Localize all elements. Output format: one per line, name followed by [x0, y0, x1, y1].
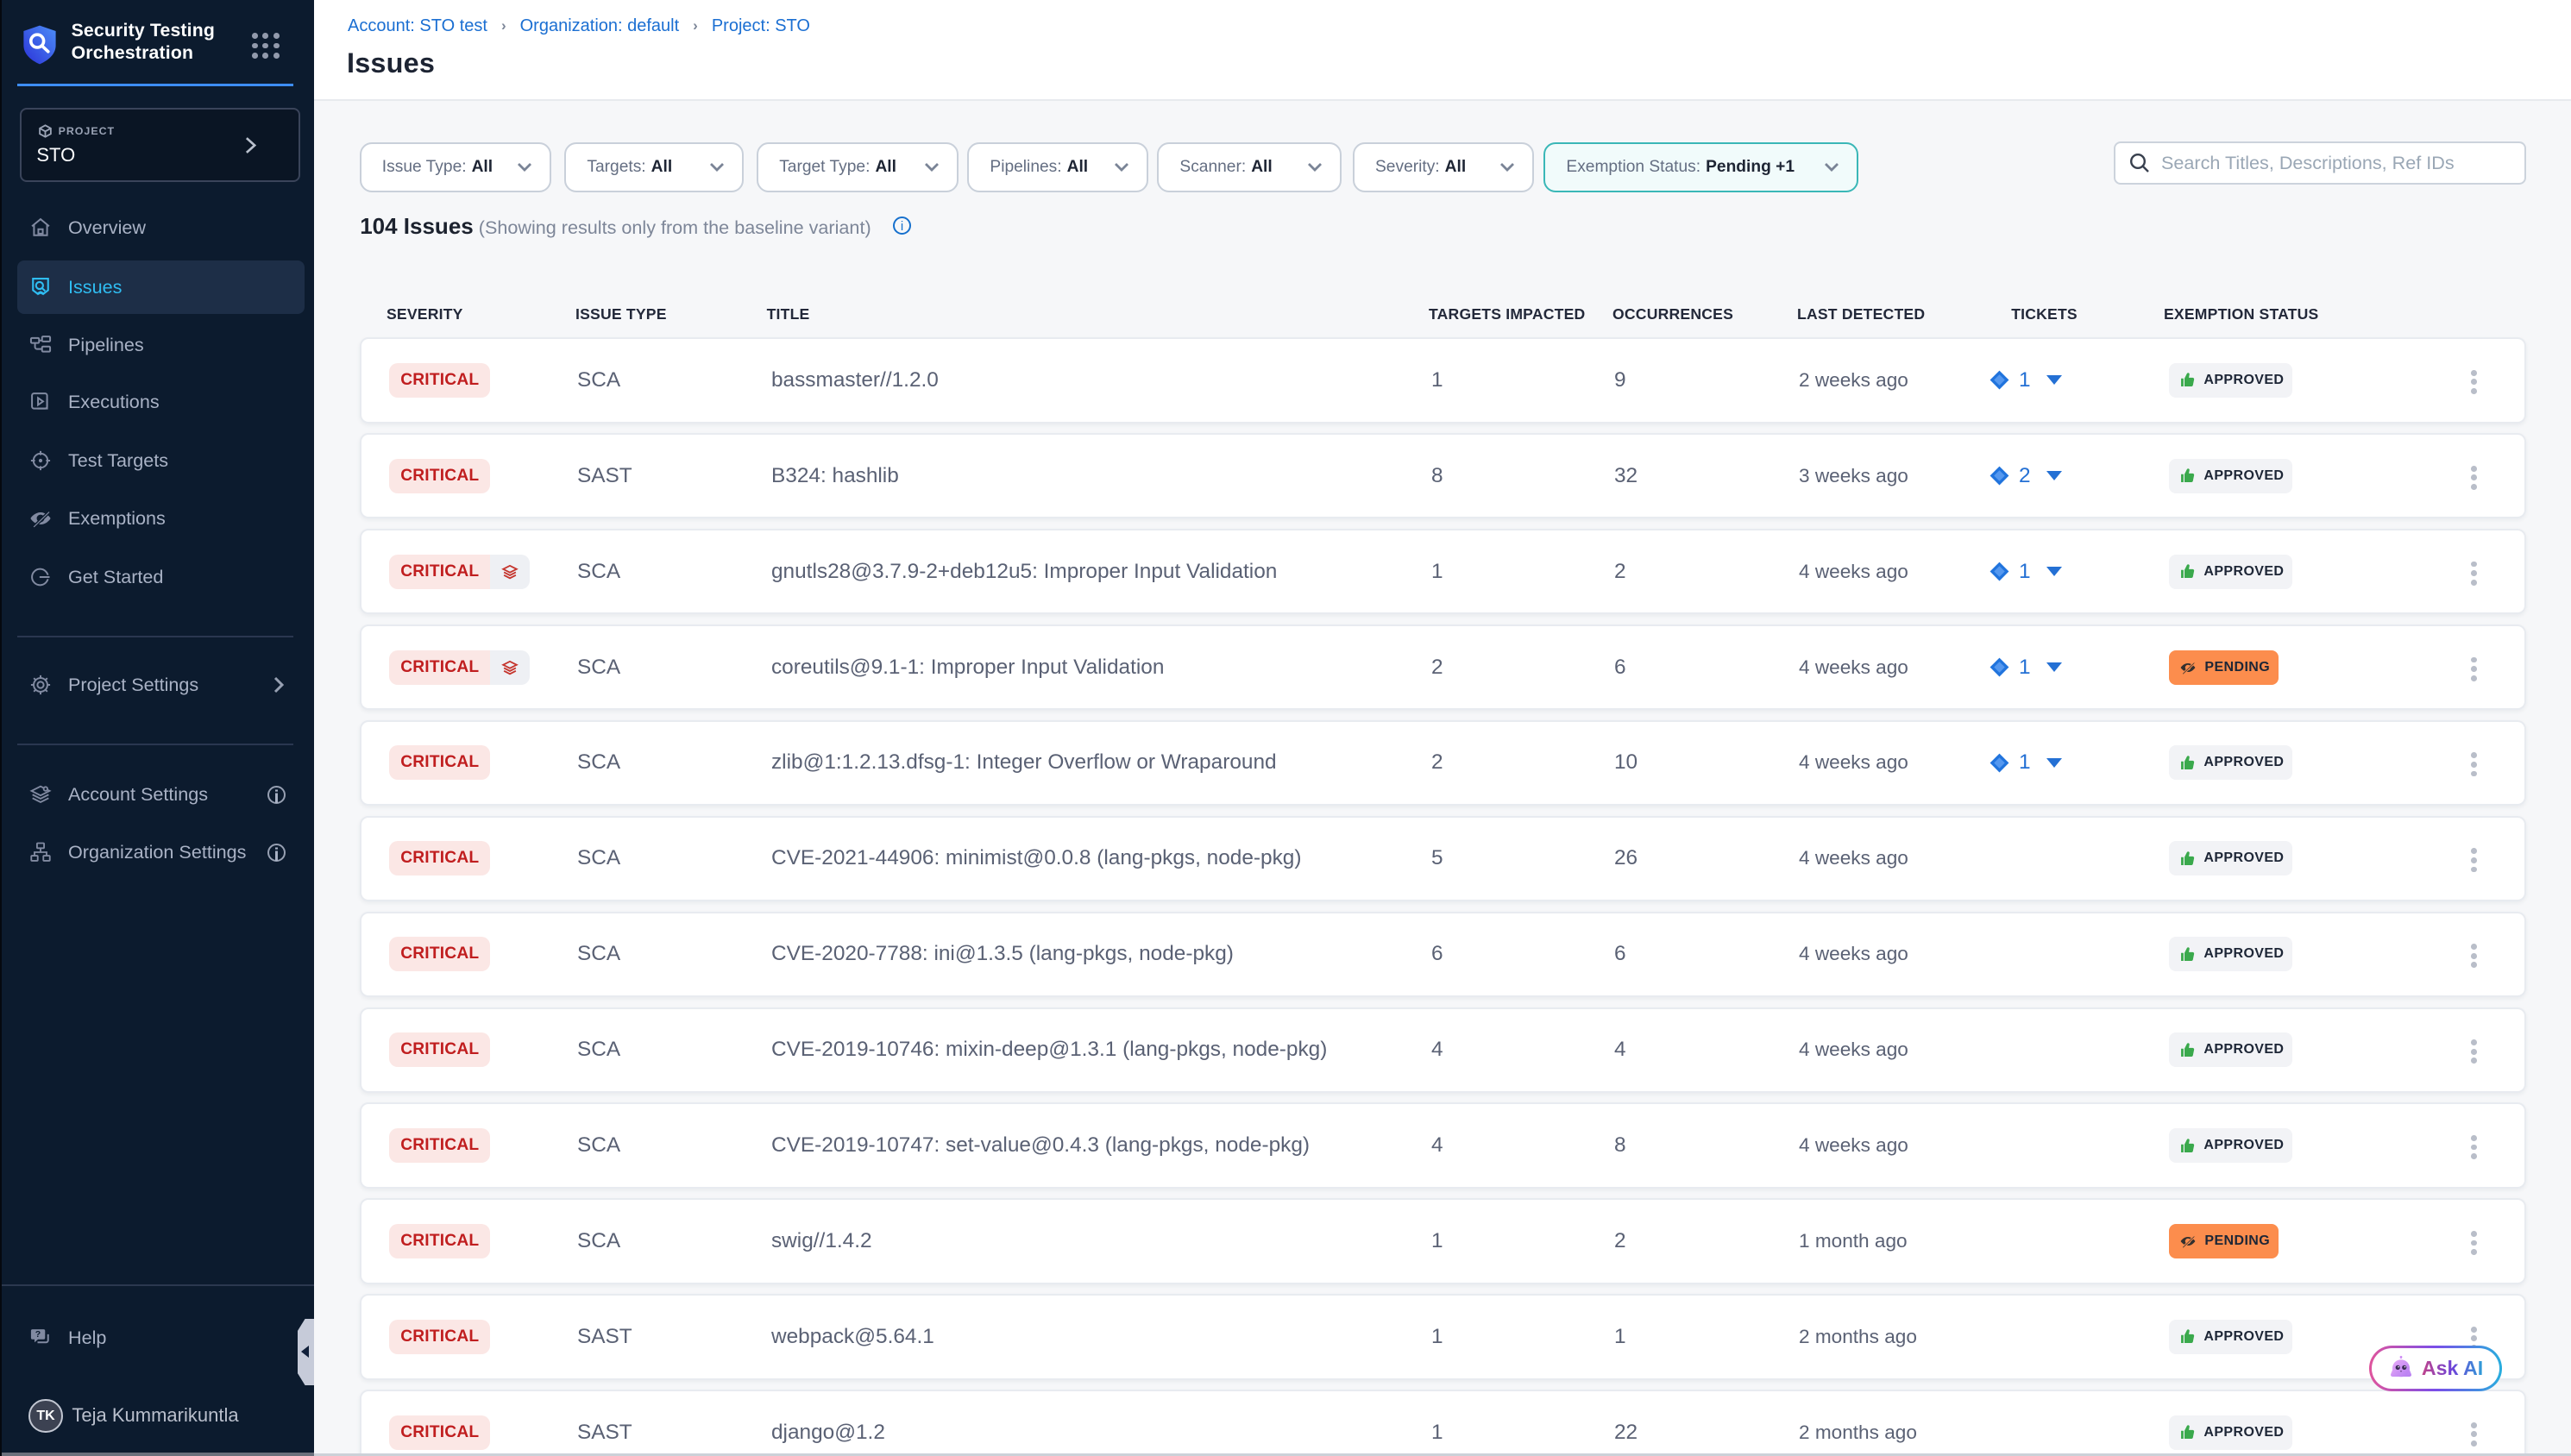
svg-text:?: ? — [35, 1329, 41, 1340]
